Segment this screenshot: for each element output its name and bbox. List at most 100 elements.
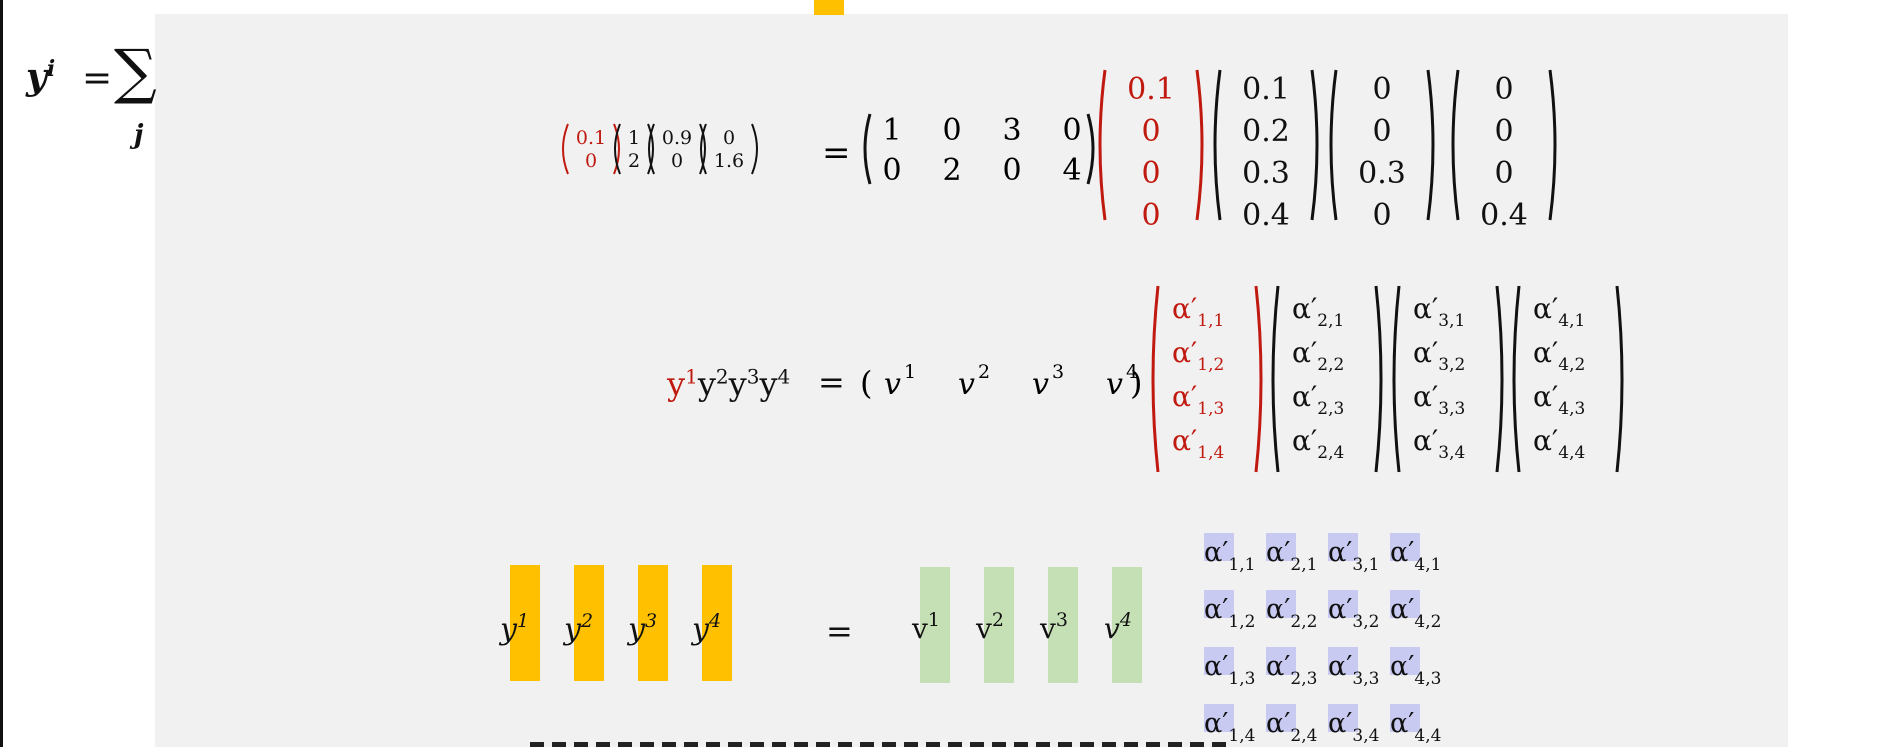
left-paren <box>562 123 569 175</box>
lhs-vector-bottom: 0 <box>585 150 597 172</box>
left-formula-equals: = <box>82 58 113 99</box>
lhs-vector-bottom: 1.6 <box>714 150 744 172</box>
alpha-entry: α′3,4 <box>1413 424 1465 463</box>
matrix-cell: 3 <box>1002 113 1021 148</box>
lhs-vector-bottom: 0 <box>671 150 683 172</box>
row2-rhs: (v 1 v 2 v 3 v 4) α′1,1α′1,2α′1,3α′1,4α′2,1α′2,… <box>860 285 1624 473</box>
matrix-cell: 4 <box>1062 153 1081 188</box>
alpha-grid-cell: α′4,2 <box>1390 594 1442 632</box>
alpha-grid-cell: α′1,4 <box>1204 708 1256 746</box>
left-paren <box>1329 69 1338 221</box>
alpha-entry: α′2,2 <box>1292 336 1344 375</box>
row3-equals: = <box>826 612 853 650</box>
column-cell: 0.4 <box>1480 198 1528 233</box>
alpha-grid-cell: α′3,1 <box>1328 537 1380 575</box>
matrix-cell: 2 <box>942 153 961 188</box>
matrix-cell: 0 <box>942 113 961 148</box>
column-cell: 0 <box>1494 156 1513 191</box>
left-paren <box>1213 69 1222 221</box>
alpha-entry: α′2,1 <box>1292 292 1344 331</box>
alpha-grid-cell: α′2,2 <box>1266 594 1318 632</box>
alpha-entry: α′2,4 <box>1292 424 1344 463</box>
alpha-entry: α′4,2 <box>1533 336 1585 375</box>
v-term-sup: 1 <box>904 361 916 383</box>
lhs-vector-bottom: 2 <box>628 150 640 172</box>
row1-matrix: 1 0 3 0 0 2 0 4 <box>863 113 1095 188</box>
column-cell: 0 <box>1494 114 1513 149</box>
left-paren <box>1451 69 1460 221</box>
column-cell: 0 <box>1372 114 1391 149</box>
alpha-grid-cell: α′1,1 <box>1204 537 1256 575</box>
row2-y1: y1 <box>667 364 698 403</box>
alpha-entry: α′4,3 <box>1533 380 1585 419</box>
left-paren <box>1512 285 1521 473</box>
right-paren <box>1254 285 1263 473</box>
column-cell: 0 <box>1372 198 1391 233</box>
left-paren <box>1271 285 1280 473</box>
alpha-entry: α′1,4 <box>1172 424 1224 463</box>
v-term: v <box>1032 367 1049 402</box>
v-term: v <box>884 367 901 402</box>
right-paren <box>1548 69 1557 221</box>
alpha-entry: α′1,2 <box>1172 336 1224 375</box>
alpha-entry: α′3,2 <box>1413 336 1465 375</box>
alpha-entry: α′3,3 <box>1413 380 1465 419</box>
left-paren <box>1098 69 1107 221</box>
alpha-grid-cell: α′3,4 <box>1328 708 1380 746</box>
v-term-sup: 3 <box>1052 361 1064 383</box>
row2-v-row: (v 1 v 2 v 3 v 4) <box>860 361 1142 402</box>
alpha-grid-cell: α′2,4 <box>1266 708 1318 746</box>
row2-y3: y3 <box>728 364 760 403</box>
alpha-grid-cell: α′1,3 <box>1204 651 1256 689</box>
right-paren <box>1495 285 1504 473</box>
alpha-grid-cell: α′1,2 <box>1204 594 1256 632</box>
alpha-entry: α′4,1 <box>1533 292 1585 331</box>
v1-label: v1 <box>912 609 940 645</box>
y3-label: y3 <box>628 610 658 647</box>
column-cell: 0.3 <box>1242 156 1290 191</box>
alpha-grid-cell: α′2,3 <box>1266 651 1318 689</box>
alpha-grid-cell: α′2,1 <box>1266 537 1318 575</box>
alpha-grid-cell: α′4,3 <box>1390 651 1442 689</box>
right-paren <box>751 123 758 175</box>
matrix-cell: 0 <box>1062 113 1081 148</box>
row2-lhs: y1y2y3y4 <box>667 366 790 400</box>
column-cell: 0 <box>1141 114 1160 149</box>
right-paren <box>1615 285 1624 473</box>
yellow-marker <box>814 0 844 15</box>
v-term: v <box>958 367 975 402</box>
alpha-entry: α′4,4 <box>1533 424 1585 463</box>
alpha-entry: α′2,3 <box>1292 380 1344 419</box>
row1-lhs-vectors: 0.10120.9001.6 <box>562 123 758 175</box>
right-paren <box>1310 69 1319 221</box>
lhs-vector-top: 1 <box>628 127 640 149</box>
alpha-grid-cell: α′3,2 <box>1328 594 1380 632</box>
right-paren <box>1086 113 1095 185</box>
left-paren <box>863 113 872 185</box>
row2-y4: y4 <box>759 364 791 403</box>
sum-symbol: ∑ <box>114 37 157 107</box>
v2-label: v2 <box>976 609 1004 645</box>
v4-label: v4 <box>1104 609 1132 645</box>
left-formula-lhs: yi <box>26 56 56 98</box>
lhs-vector-top: 0.9 <box>662 127 692 149</box>
column-cell: 0 <box>1494 72 1513 107</box>
v-open-paren: ( <box>860 364 872 402</box>
sum-index: j <box>134 120 144 150</box>
column-cell: 0.1 <box>1127 72 1175 107</box>
y2-label: y2 <box>564 610 594 647</box>
column-cell: 0.2 <box>1242 114 1290 149</box>
left-paren <box>1392 285 1401 473</box>
y4-label: y4 <box>692 610 722 647</box>
row2-y2: y2 <box>697 364 729 403</box>
matrix-cell: 0 <box>882 153 901 188</box>
row1-equation: 0.10120.9001.6 = 1 0 3 00 2 0 4 0.10000.10.20.… <box>562 69 1557 233</box>
right-paren <box>1374 285 1383 473</box>
left-edge-rule <box>0 0 3 747</box>
v-term: v <box>1106 367 1123 402</box>
left-paren <box>1151 285 1160 473</box>
column-cell: 0 <box>1372 72 1391 107</box>
v-close-paren: ) <box>1130 364 1142 402</box>
right-paren <box>1195 69 1204 221</box>
matrix-cell: 1 <box>882 113 901 148</box>
